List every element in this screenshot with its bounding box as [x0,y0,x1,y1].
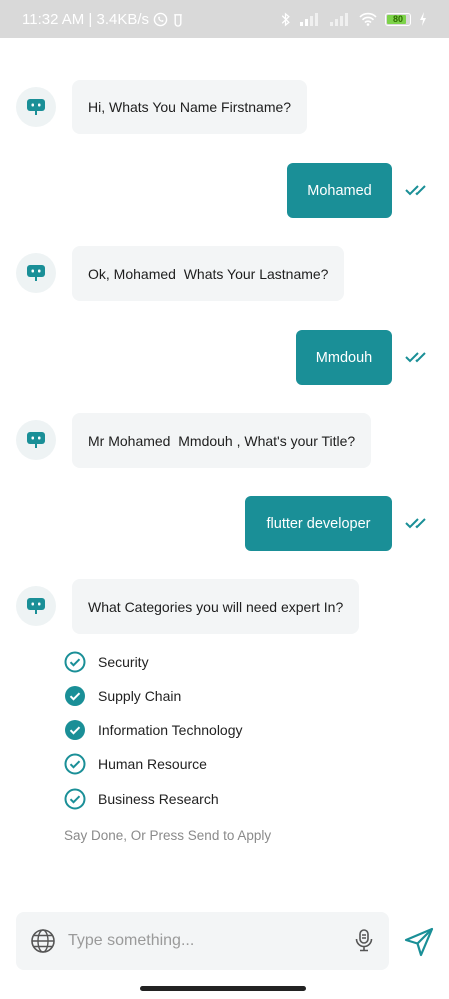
check-circle-outline-icon [64,788,86,810]
user-message: flutter developer [245,496,392,551]
chatbot-icon [27,99,45,115]
bot-message: What Categories you will need expert In? [72,579,360,634]
category-option-human-resource[interactable]: Human Resource [64,753,207,775]
category-option-information-technology[interactable]: Information Technology [64,719,243,741]
bot-message: Ok, Mohamed Whats Your Lastname? [72,246,345,301]
battery-level: 80 [392,14,403,24]
signal-icon-2 [329,12,351,26]
user-message: Mmdouh [296,330,392,385]
category-option-supply-chain[interactable]: Supply Chain [64,685,181,707]
wifi-icon [359,12,377,26]
globe-icon[interactable] [30,928,56,954]
whatsapp-icon [153,12,168,27]
category-option-business-research[interactable]: Business Research [64,788,219,810]
status-bar: 11:32 AM | 3.4KB/s 80 [0,0,449,38]
battery-icon: 80 [385,12,411,26]
send-button[interactable] [402,925,436,959]
chatbot-icon [27,265,45,281]
double-check-icon [405,350,433,369]
notification-icon [172,12,184,27]
double-check-icon [405,183,433,202]
bot-message: Mr Mohamed Mmdouh , What's your Title? [72,413,372,468]
bot-message: Hi, Whats You Name Firstname? [72,80,308,134]
apply-hint: Say Done, Or Press Send to Apply [64,828,272,843]
bot-avatar [16,420,56,460]
bluetooth-icon [281,11,291,27]
signal-icon [299,12,321,26]
bot-avatar [16,253,56,293]
check-circle-outline-icon [64,651,86,673]
chatbot-icon [27,432,45,448]
check-circle-filled-icon [65,720,85,740]
check-circle-filled-icon [65,686,85,706]
category-label: Human Resource [98,756,207,772]
category-label: Security [98,654,149,670]
bot-avatar [16,87,56,127]
status-time: 11:32 AM | 3.4KB/s [22,10,150,28]
home-indicator[interactable] [140,986,306,991]
category-label: Business Research [98,791,219,807]
send-icon [404,927,434,957]
category-label: Information Technology [98,722,243,738]
chatbot-icon [27,598,45,614]
double-check-icon [405,516,433,535]
category-label: Supply Chain [98,688,182,704]
category-option-security[interactable]: Security [64,651,149,673]
user-message: Mohamed [287,163,392,218]
message-input[interactable] [68,932,353,950]
message-composer [16,912,389,970]
microphone-icon[interactable] [353,928,375,954]
charging-icon [419,12,427,26]
bot-avatar [16,586,56,626]
check-circle-outline-icon [64,753,86,775]
